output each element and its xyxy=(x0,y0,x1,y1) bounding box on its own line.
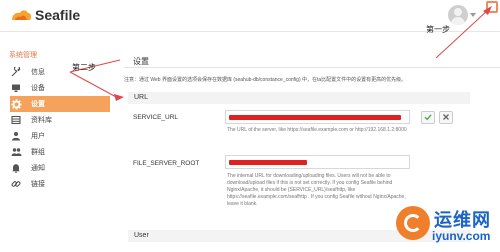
file-server-root-input[interactable] xyxy=(225,155,410,169)
sidebar-item-label: 用户 xyxy=(31,133,45,140)
chevron-down-icon[interactable] xyxy=(470,13,476,17)
sidebar-item-groups[interactable]: 群组 xyxy=(10,144,110,160)
group-icon xyxy=(10,146,22,158)
library-icon xyxy=(10,114,22,126)
sidebar-item-label: 通知 xyxy=(31,165,45,172)
sidebar-item-settings[interactable]: 设置 xyxy=(10,96,110,112)
close-popup-icon[interactable] xyxy=(486,1,498,13)
monitor-icon xyxy=(10,82,22,94)
file-server-root-help: The internal URL for downloading/uploadi… xyxy=(227,173,406,207)
link-icon xyxy=(10,178,22,190)
bell-icon xyxy=(10,162,22,174)
watermark-url: iyunv.com xyxy=(432,229,491,243)
redaction-mark xyxy=(229,160,307,165)
sidebar-item-label: 群组 xyxy=(31,149,45,156)
sidebar-item-label: 链接 xyxy=(31,181,45,188)
gear-icon xyxy=(10,98,22,110)
user-avatar[interactable] xyxy=(448,5,468,25)
sidebar-item-label: 信息 xyxy=(31,69,45,76)
watermark-logo-icon xyxy=(396,206,430,240)
seafile-logo[interactable]: Seafile xyxy=(10,7,80,23)
sidebar-item-label: 设备 xyxy=(31,85,45,92)
sidebar-item-notifications[interactable]: 通知 xyxy=(10,160,110,176)
redaction-mark xyxy=(229,115,401,120)
user-icon xyxy=(10,130,22,142)
sidebar-item-label: 设置 xyxy=(31,101,45,108)
top-bar: Seafile xyxy=(0,0,500,32)
sidebar-item-libraries[interactable]: 资料库 xyxy=(10,112,110,128)
title-divider xyxy=(124,67,500,68)
service-url-input[interactable] xyxy=(225,110,410,124)
sidebar-item-label: 资料库 xyxy=(31,117,52,124)
sidebar-item-users[interactable]: 用户 xyxy=(10,128,110,144)
confirm-button[interactable] xyxy=(421,111,435,124)
close-icon xyxy=(442,113,450,123)
check-icon xyxy=(424,113,432,123)
seafile-logo-icon xyxy=(10,8,32,22)
sidebar-title: 系统管理 xyxy=(9,52,37,59)
app-name: Seafile xyxy=(35,7,81,23)
section-url-header: URL xyxy=(128,92,470,104)
site-watermark: 运维网 iyunv.com xyxy=(396,204,500,252)
page-title: 设置 xyxy=(133,57,149,66)
file-server-root-label: FILE_SERVER_ROOT xyxy=(133,160,200,167)
sidebar-item-devices[interactable]: 设备 xyxy=(10,80,110,96)
sidebar-item-info[interactable]: 信息 xyxy=(10,64,110,80)
service-url-label: SERVICE_URL xyxy=(133,114,179,121)
wrench-icon xyxy=(10,66,22,78)
settings-description: 注意：通过 Web 界面设置的选项会保存在数据库 (seahub-db/cons… xyxy=(124,77,407,83)
cancel-button[interactable] xyxy=(439,111,453,124)
annotation-step1: 第一步 xyxy=(426,25,450,34)
service-url-help: The URL of the server, like https://seaf… xyxy=(227,127,407,133)
sidebar-item-links[interactable]: 链接 xyxy=(10,176,110,192)
